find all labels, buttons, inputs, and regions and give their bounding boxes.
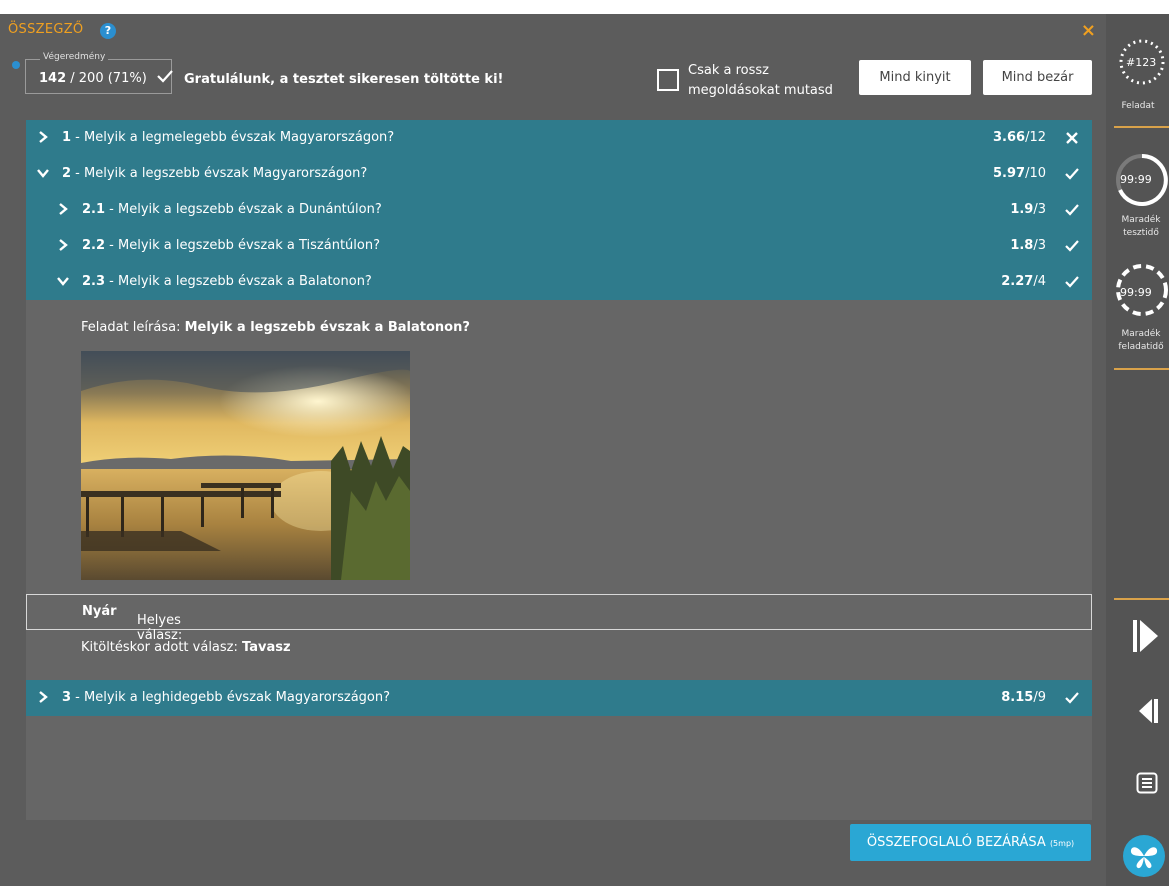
given-answer: Kitöltéskor adott válasz: Tavasz: [81, 640, 291, 655]
question-detail: Feladat leírása: Melyik a legszebb évsza…: [26, 300, 1092, 680]
question-score: 2.27/4: [1001, 274, 1046, 289]
question-row-3[interactable]: 3 - Melyik a leghidegebb évszak Magyaror…: [26, 680, 1092, 716]
result-score: 142: [39, 71, 67, 86]
question-number: 2: [62, 166, 72, 181]
question-row-2-1[interactable]: 2.1 - Melyik a legszebb évszak a Dunántú…: [26, 192, 1092, 228]
chevron-right-icon: [39, 131, 48, 143]
butterfly-logo-icon[interactable]: [1122, 834, 1166, 878]
question-score: 8.15/9: [1001, 690, 1046, 705]
question-number: 2.3: [82, 274, 106, 289]
question-row-2-3[interactable]: 2.3 - Melyik a legszebb évszak a Balaton…: [26, 264, 1092, 300]
result-value: 142 / 200 (71%): [39, 69, 173, 86]
correct-answer-label: Helyes válasz:: [137, 613, 183, 643]
close-icon[interactable]: ×: [1081, 20, 1096, 41]
right-sidebar: #123 Feladat 99:99 Maradék tesztidő 99:9…: [1106, 14, 1169, 886]
question-list: 1 - Melyik a legmelegebb évszak Magyaror…: [26, 120, 1092, 820]
correct-answer-box: Helyes válasz: Nyár: [26, 594, 1092, 643]
question-score: 1.9/3: [1010, 202, 1046, 217]
result-total: / 200 (71%): [66, 71, 147, 86]
question-text: - Melyik a legszebb évszak a Dunántúlon?: [105, 202, 382, 217]
question-row-1[interactable]: 1 - Melyik a legmelegebb évszak Magyaror…: [26, 120, 1092, 156]
wrong-only-label[interactable]: Csak a rossz megoldásokat mutasd: [688, 61, 848, 101]
task-time-label-1: Maradék: [1121, 329, 1161, 339]
list-icon[interactable]: [1136, 772, 1158, 794]
summary-panel: ÖSSZEGZŐ ? × Végeredmény 142 / 200 (71%)…: [0, 14, 1106, 886]
question-text: - Melyik a legszebb évszak Magyarországo…: [71, 166, 368, 181]
question-number: 1: [62, 130, 72, 145]
wrong-only-checkbox[interactable]: [657, 69, 679, 91]
task-description: Feladat leírása: Melyik a legszebb évsza…: [81, 320, 470, 335]
sidebar-separator: [1114, 368, 1169, 370]
task-photo: [81, 351, 410, 580]
task-number: #123: [1126, 56, 1157, 69]
sidebar-separator: [1114, 126, 1169, 128]
chevron-right-icon: [59, 203, 68, 215]
check-icon: [1065, 692, 1079, 704]
task-time-remaining: 99:99: [1120, 286, 1152, 299]
question-text: - Melyik a legszebb évszak a Balatonon?: [105, 274, 372, 289]
chevron-down-icon: [57, 277, 69, 286]
check-icon: [157, 70, 173, 83]
task-label: Feladat: [1121, 101, 1155, 111]
question-text: - Melyik a legszebb évszak a Tiszántúlon…: [105, 238, 380, 253]
question-score: 1.8/3: [1010, 238, 1046, 253]
question-text: - Melyik a legmelegebb évszak Magyarorsz…: [71, 130, 395, 145]
question-number: 2.2: [82, 238, 106, 253]
question-score: 5.97/10: [993, 166, 1046, 181]
test-time-label-1: Maradék: [1121, 215, 1161, 225]
question-score: 3.66/12: [993, 130, 1046, 145]
question-text: - Melyik a leghidegebb évszak Magyarorsz…: [71, 690, 391, 705]
check-icon: [1065, 168, 1079, 180]
congrats-message: Gratulálunk, a tesztet sikeresen töltött…: [184, 72, 504, 87]
lake-sunset-image: [81, 351, 410, 580]
chevron-right-icon: [59, 239, 68, 251]
question-number: 2.1: [82, 202, 106, 217]
chevron-right-icon: [39, 691, 48, 703]
question-row-2-2[interactable]: 2.2 - Melyik a legszebb évszak a Tiszánt…: [26, 228, 1092, 264]
test-time-label-2: tesztidő: [1123, 228, 1159, 238]
expand-all-button[interactable]: Mind kinyit: [859, 60, 971, 95]
close-summary-button[interactable]: ÖSSZEFOGLALÓ BEZÁRÁSA (5mp): [850, 824, 1091, 861]
help-icon[interactable]: ?: [100, 23, 116, 39]
collapse-all-button[interactable]: Mind bezár: [983, 60, 1092, 95]
question-row-2[interactable]: 2 - Melyik a legszebb évszak Magyarorszá…: [26, 156, 1092, 192]
cross-icon: [1066, 132, 1078, 144]
check-icon: [1065, 240, 1079, 252]
panel-title: ÖSSZEGZŐ: [8, 22, 84, 37]
previous-task-icon[interactable]: [1138, 698, 1160, 724]
chevron-down-icon: [37, 169, 49, 178]
check-icon: [1065, 276, 1079, 288]
correct-answer-value: Nyár: [82, 604, 117, 619]
test-time-remaining: 99:99: [1120, 173, 1152, 186]
result-indicator-dot: [12, 61, 20, 69]
check-icon: [1065, 204, 1079, 216]
task-time-label-2: feladatidő: [1118, 342, 1164, 352]
question-number: 3: [62, 690, 72, 705]
result-label: Végeredmény: [40, 52, 109, 62]
sidebar-separator: [1114, 598, 1169, 600]
next-task-icon[interactable]: [1132, 618, 1160, 654]
